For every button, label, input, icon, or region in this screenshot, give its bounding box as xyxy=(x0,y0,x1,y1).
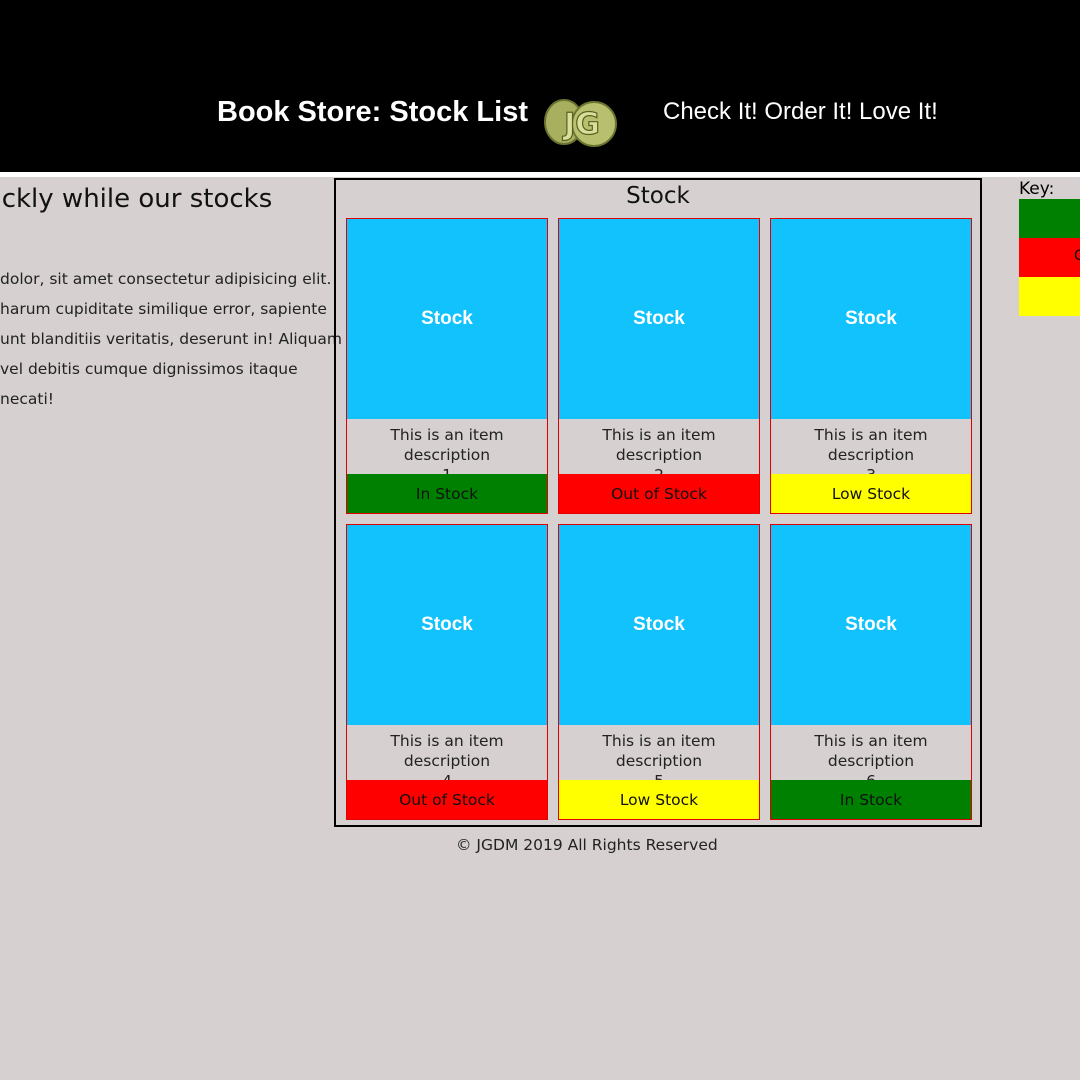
site-title: Book Store: Stock List xyxy=(217,96,528,128)
stock-panel: Stock Stock This is an item description … xyxy=(334,178,982,827)
item-description-text: This is an item description xyxy=(390,426,504,464)
intro-line: harum cupiditate similique error, sapien… xyxy=(0,300,327,318)
logo-text: JG xyxy=(562,107,600,142)
intro-paragraph: dolor, sit amet consectetur adipisicing … xyxy=(0,264,342,414)
item-description-text: This is an item description xyxy=(602,732,716,770)
stock-status-badge: In Stock xyxy=(347,474,547,513)
intro-line: necati! xyxy=(0,390,54,408)
stock-status-badge: Out of Stock xyxy=(559,474,759,513)
stock-image[interactable]: Stock xyxy=(559,525,759,725)
stock-image[interactable]: Stock xyxy=(559,219,759,419)
key-swatch-text: O xyxy=(1074,248,1080,264)
stock-status-badge: Low Stock xyxy=(559,780,759,819)
footer-copyright: © JGDM 2019 All Rights Reserved xyxy=(456,836,718,854)
stock-card[interactable]: Stock This is an item description 2 Out … xyxy=(558,218,760,514)
stock-image[interactable]: Stock xyxy=(771,219,971,419)
stock-card[interactable]: Stock This is an item description 6 In S… xyxy=(770,524,972,820)
item-description-text: This is an item description xyxy=(602,426,716,464)
stock-status-badge: Low Stock xyxy=(771,474,971,513)
stock-image[interactable]: Stock xyxy=(347,525,547,725)
key-swatch-in-stock xyxy=(1019,199,1080,238)
jg-logo: JG xyxy=(544,99,617,147)
stock-status-badge: In Stock xyxy=(771,780,971,819)
intro-line: unt blanditiis veritatis, deserunt in! A… xyxy=(0,330,342,348)
stock-title: Stock xyxy=(626,183,690,209)
stock-card[interactable]: Stock This is an item description 5 Low … xyxy=(558,524,760,820)
stock-image[interactable]: Stock xyxy=(347,219,547,419)
key-label: Key: xyxy=(1019,179,1055,199)
stock-card[interactable]: Stock This is an item description 1 In S… xyxy=(346,218,548,514)
key-swatch-out-of-stock: O xyxy=(1019,238,1080,277)
intro-heading: uickly while our stocks xyxy=(0,184,273,214)
site-tagline: Check It! Order It! Love It! xyxy=(663,98,938,125)
stock-image[interactable]: Stock xyxy=(771,525,971,725)
item-description-text: This is an item description xyxy=(814,732,928,770)
key-swatch-low-stock xyxy=(1019,277,1080,316)
site-header xyxy=(0,0,1080,172)
stock-card[interactable]: Stock This is an item description 4 Out … xyxy=(346,524,548,820)
stock-card[interactable]: Stock This is an item description 3 Low … xyxy=(770,218,972,514)
intro-line: dolor, sit amet consectetur adipisicing … xyxy=(0,270,332,288)
header-divider xyxy=(0,172,1080,177)
stock-status-badge: Out of Stock xyxy=(347,780,547,819)
item-description-text: This is an item description xyxy=(390,732,504,770)
item-description-text: This is an item description xyxy=(814,426,928,464)
intro-line: vel debitis cumque dignissimos itaque xyxy=(0,360,298,378)
